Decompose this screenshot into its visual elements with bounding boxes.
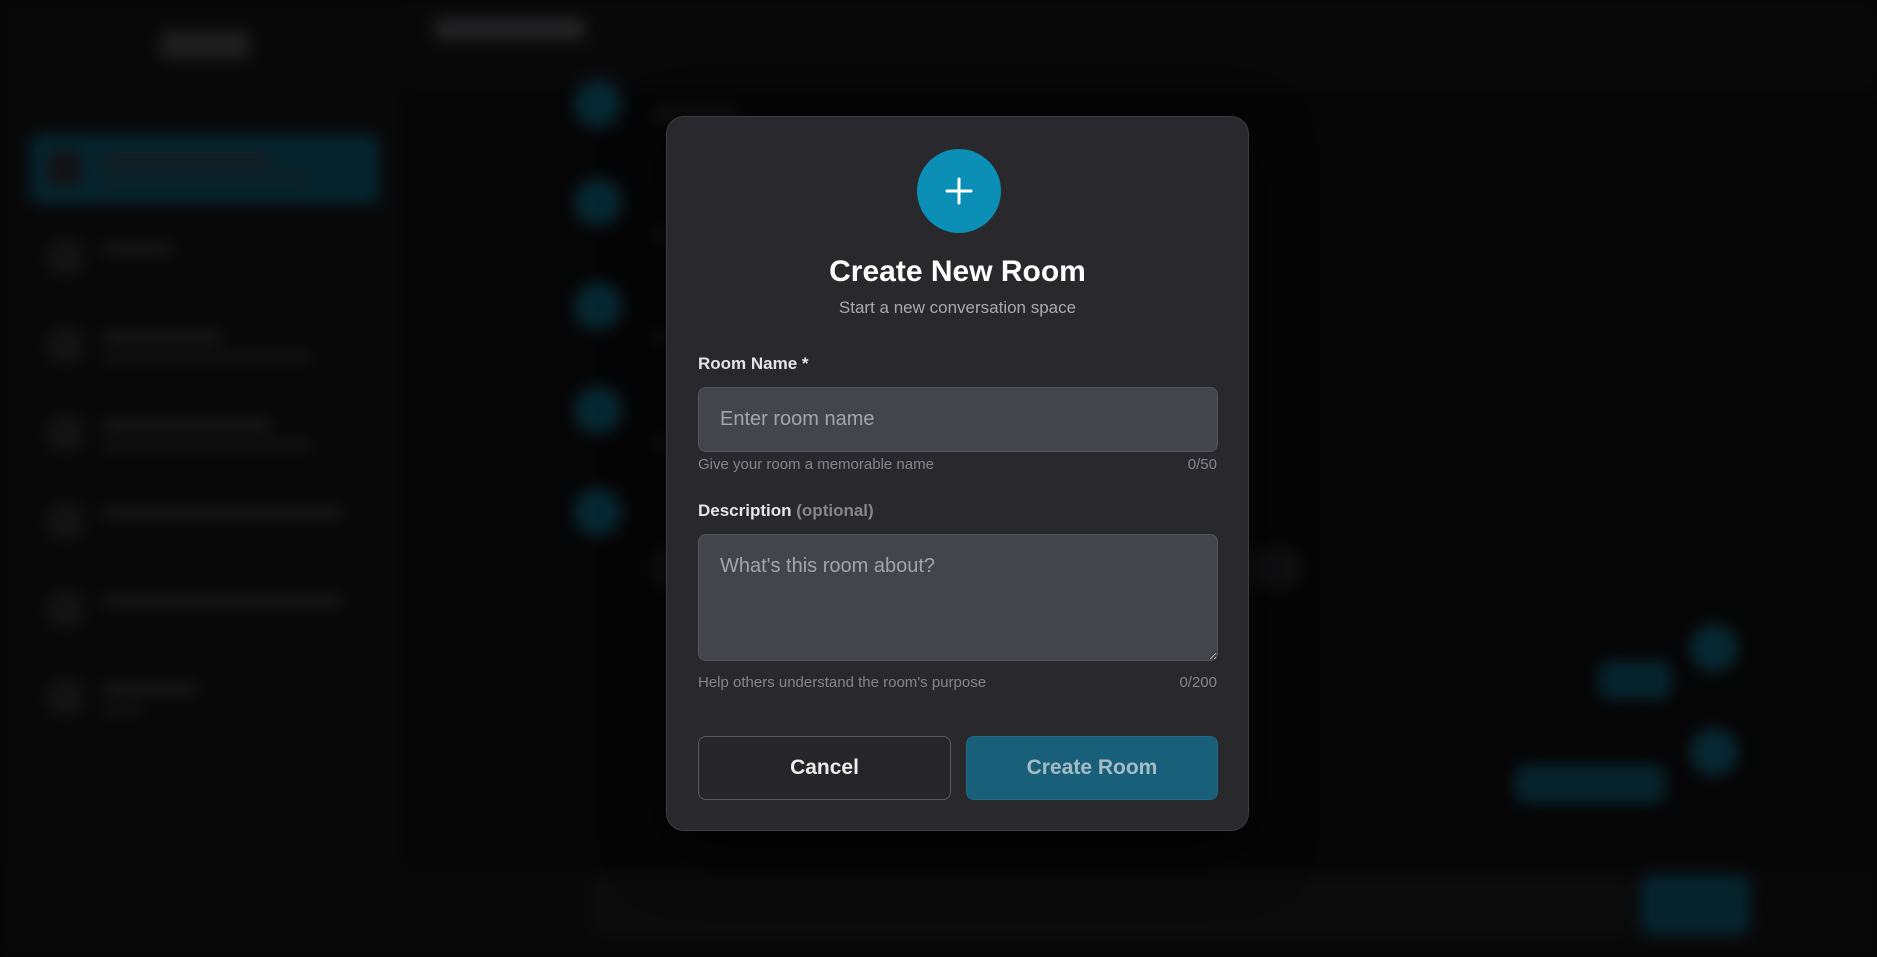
description-textarea[interactable] <box>698 534 1218 661</box>
plus-icon <box>917 149 1001 233</box>
create-room-dialog: Create New Room Start a new conversation… <box>666 116 1249 831</box>
description-label: Description (optional) <box>698 501 874 521</box>
dialog-subtitle: Start a new conversation space <box>838 298 1077 317</box>
room-name-counter: 0/50 <box>1187 456 1217 473</box>
cancel-button[interactable]: Cancel <box>698 736 951 800</box>
room-name-label: Room Name * <box>698 354 809 373</box>
plus-icon-glyph <box>945 177 973 205</box>
dialog-title: Create New Room <box>829 255 1086 288</box>
description-counter: 0/200 <box>1179 674 1217 691</box>
room-name-hint: Give your room a memorable name <box>698 456 934 473</box>
description-optional-tag: (optional) <box>796 501 874 520</box>
room-name-input[interactable] <box>698 387 1218 452</box>
create-room-button[interactable]: Create Room <box>966 736 1218 800</box>
description-label-text: Description <box>698 501 792 520</box>
description-hint: Help others understand the room's purpos… <box>698 674 987 691</box>
